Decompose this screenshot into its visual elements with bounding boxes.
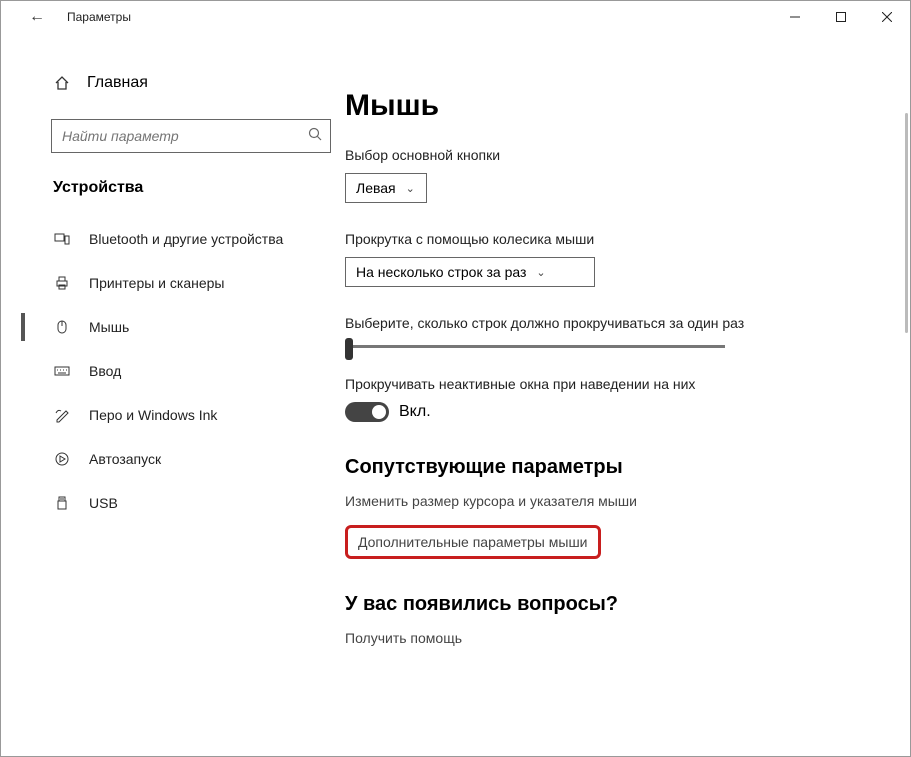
chevron-down-icon: ⌄ [406,182,415,195]
inactive-group: Прокручивать неактивные окна при наведен… [345,376,890,422]
autoplay-icon [53,451,71,467]
inactive-label: Прокручивать неактивные окна при наведен… [345,376,890,392]
sidebar-item-typing[interactable]: Ввод [21,349,331,393]
page-title: Мышь [345,89,890,123]
sidebar-item-bluetooth[interactable]: Bluetooth и другие устройства [21,217,331,261]
keyboard-icon [53,363,71,379]
lines-slider[interactable] [345,345,725,348]
home-link[interactable]: Главная [53,63,331,103]
chevron-down-icon: ⌄ [536,266,545,279]
sidebar-item-label: USB [89,495,118,511]
content: Мышь Выбор основной кнопки Левая ⌄ Прокр… [341,33,910,756]
section-title: Устройства [53,179,331,197]
devices-icon [53,231,71,247]
close-icon [882,12,892,22]
sidebar-item-label: Мышь [89,319,129,335]
window-title: Параметры [67,10,131,24]
sidebar-item-label: Ввод [89,363,121,379]
scrollbar[interactable] [905,113,908,333]
toggle-knob [372,405,386,419]
sidebar-item-mouse[interactable]: Мышь [21,305,331,349]
minimize-icon [790,12,800,22]
mouse-icon [53,319,71,335]
titlebar: ← Параметры [1,1,910,33]
primary-button-select[interactable]: Левая ⌄ [345,173,427,203]
back-button[interactable]: ← [21,1,53,33]
primary-button-group: Выбор основной кнопки Левая ⌄ [345,147,890,203]
sidebar-item-label: Автозапуск [89,451,161,467]
usb-icon [53,495,71,511]
sidebar-item-label: Перо и Windows Ink [89,407,217,423]
sidebar-item-usb[interactable]: USB [21,481,331,525]
lines-label: Выберите, сколько строк должно прокручив… [345,315,890,331]
settings-window: ← Параметры Главная [0,0,911,757]
related-heading: Сопутствующие параметры [345,456,890,479]
sidebar-item-printers[interactable]: Принтеры и сканеры [21,261,331,305]
slider-thumb[interactable] [345,338,353,360]
scroll-select[interactable]: На несколько строк за раз ⌄ [345,257,595,287]
home-icon [53,75,71,91]
scroll-label: Прокрутка с помощью колесика мыши [345,231,890,247]
link-advanced-mouse[interactable]: Дополнительные параметры мыши [358,534,588,550]
scroll-group: Прокрутка с помощью колесика мыши На нес… [345,231,890,287]
home-label: Главная [87,74,148,92]
sidebar-item-pen[interactable]: Перо и Windows Ink [21,393,331,437]
inactive-toggle[interactable] [345,402,389,422]
sidebar: Главная Устройства Bluetooth и другие ус… [1,33,341,756]
link-get-help[interactable]: Получить помощь [345,630,890,646]
sidebar-item-autoplay[interactable]: Автозапуск [21,437,331,481]
sidebar-item-label: Bluetooth и другие устройства [89,231,283,247]
primary-button-label: Выбор основной кнопки [345,147,890,163]
body: Главная Устройства Bluetooth и другие ус… [1,33,910,756]
minimize-button[interactable] [772,1,818,33]
maximize-icon [836,12,846,22]
arrow-left-icon: ← [29,8,45,26]
search-icon [308,127,322,146]
inactive-toggle-row: Вкл. [345,402,890,422]
link-cursor-size[interactable]: Изменить размер курсора и указателя мыши [345,493,890,509]
window-controls [772,1,910,33]
select-value: На несколько строк за раз [356,264,526,280]
close-button[interactable] [864,1,910,33]
maximize-button[interactable] [818,1,864,33]
lines-group: Выберите, сколько строк должно прокручив… [345,315,890,348]
pen-icon [53,407,71,423]
toggle-state-text: Вкл. [399,403,431,421]
sidebar-item-label: Принтеры и сканеры [89,275,224,291]
search-input[interactable] [62,128,308,144]
printer-icon [53,275,71,291]
select-value: Левая [356,180,396,196]
help-heading: У вас появились вопросы? [345,593,890,616]
search-box[interactable] [51,119,331,153]
highlight-annotation: Дополнительные параметры мыши [345,525,601,559]
